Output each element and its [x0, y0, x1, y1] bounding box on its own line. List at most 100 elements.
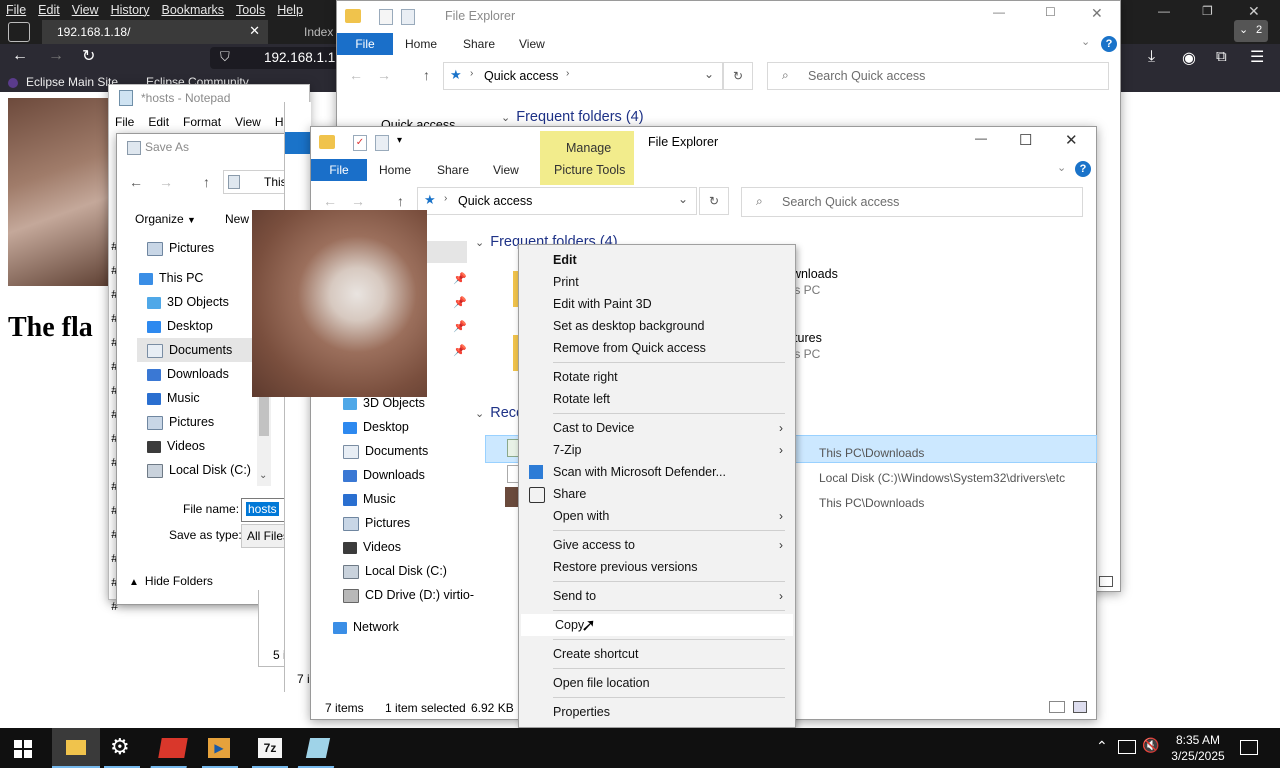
menu-item-set-as-desktop-background[interactable]: Set as desktop background [519, 315, 795, 337]
explorer-nav-item[interactable]: Desktop [343, 415, 409, 439]
file-explorer-icon[interactable] [52, 728, 100, 768]
browser-minimize-icon[interactable]: — [1158, 4, 1170, 18]
explorer-maximize-icon[interactable]: ☐ [1019, 131, 1032, 149]
explorer-back-newfolder-icon[interactable] [401, 9, 415, 25]
settings-icon[interactable]: ⚙ [104, 734, 140, 768]
hamburger-menu-icon[interactable]: ☰ [1250, 47, 1264, 67]
tab-active[interactable]: 192.168.1.18/ ✕ [42, 20, 268, 44]
explorer-nav-item[interactable]: Pictures [343, 511, 410, 535]
explorer-back-maximize-icon[interactable]: ☐ [1045, 5, 1056, 19]
notepad-menu-view[interactable]: View [235, 115, 261, 129]
explorer-back-back-icon[interactable]: ← [349, 67, 363, 83]
explorer-collapse-ribbon-icon[interactable]: ⌄ [1057, 161, 1066, 174]
browser-menu-help[interactable]: Help [277, 3, 303, 17]
menu-item-share[interactable]: Share [519, 483, 795, 505]
notepad-menu-format[interactable]: Format [183, 115, 221, 129]
media-player-icon[interactable]: ▶ [202, 738, 238, 768]
address-dropdown-icon[interactable]: ⌄ [704, 67, 714, 81]
explorer-back-icon[interactable]: ← [323, 193, 337, 209]
explorer-back-refresh-icon[interactable]: ↻ [723, 62, 753, 90]
save-as-nav-item[interactable]: Pictures [147, 236, 214, 260]
menu-item-7-zip[interactable]: 7-Zip › [519, 439, 795, 461]
explorer-forward-icon[interactable]: → [351, 193, 365, 209]
explorer-nav-item[interactable]: Music [343, 487, 396, 511]
menu-item-rotate-left[interactable]: Rotate left [519, 388, 795, 410]
clock[interactable]: 8:35 AM 3/25/2025 [1166, 732, 1230, 764]
save-as-nav-item[interactable]: Videos [147, 434, 205, 458]
explorer-nav-item[interactable]: Videos [343, 535, 401, 559]
notepad-menu-edit[interactable]: Edit [148, 115, 169, 129]
explorer-up-icon[interactable]: ↑ [397, 193, 404, 209]
start-icon[interactable] [14, 740, 32, 758]
browser-menu-edit[interactable]: Edit [38, 3, 60, 17]
explorer-back-collapse-icon[interactable]: ⌄ [1081, 35, 1090, 48]
browser-menu-file[interactable]: File [6, 3, 26, 17]
save-as-up-icon[interactable]: ↑ [203, 174, 210, 190]
explorer-help-icon[interactable]: ? [1075, 161, 1091, 177]
explorer-refresh-icon[interactable]: ↻ [699, 187, 729, 215]
menu-item-cast-to-device[interactable]: Cast to Device › [519, 417, 795, 439]
menu-item-print[interactable]: Print [519, 271, 795, 293]
menu-item-open-with[interactable]: Open with › [519, 505, 795, 527]
explorer-properties-icon[interactable]: ✓ [353, 135, 367, 151]
explorer-back-address[interactable]: ★ › Quick access › ⌄ [443, 62, 723, 90]
save-as-nav-item[interactable]: Music [147, 386, 200, 410]
menu-item-restore-previous-versions[interactable]: Restore previous versions [519, 556, 795, 578]
menu-item-create-shortcut[interactable]: Create shortcut [519, 643, 795, 665]
explorer-back-close-icon[interactable]: ✕ [1091, 5, 1103, 22]
explorer-nav-item[interactable]: Downloads [343, 463, 425, 487]
browser-menu-history[interactable]: History [111, 3, 150, 17]
menu-item-scan-with-microsoft-defender[interactable]: Scan with Microsoft Defender... [519, 461, 795, 483]
save-as-nav-item[interactable]: Pictures [147, 410, 214, 434]
browser-close-icon[interactable]: ✕ [1248, 3, 1260, 20]
explorer-qat-dropdown-icon[interactable]: ▾ [397, 135, 402, 146]
large-icons-view-icon[interactable] [1073, 701, 1087, 713]
7zip-icon[interactable]: 7z [252, 738, 288, 768]
show-hidden-icons-icon[interactable]: ⌃ [1096, 738, 1108, 755]
explorer-back-search[interactable]: ⌕ Search Quick access [767, 62, 1109, 90]
menu-item-copy[interactable]: Copy [521, 614, 793, 636]
explorer-minimize-icon[interactable]: — [975, 131, 987, 145]
address-dropdown-icon[interactable]: ⌄ [678, 192, 688, 206]
app-red-icon[interactable] [150, 738, 188, 768]
ribbon-tab-home[interactable]: Home [405, 33, 437, 55]
menu-item-give-access-to[interactable]: Give access to › [519, 534, 795, 556]
tab-list-button[interactable]: ⌄ 2 [1234, 20, 1268, 42]
organize-button[interactable]: Organize ▼ [135, 212, 196, 226]
explorer-back-up-icon[interactable]: ↑ [423, 67, 430, 83]
browser-menu-bookmarks[interactable]: Bookmarks [161, 3, 224, 17]
explorer-back-minimize-icon[interactable]: — [993, 5, 1005, 19]
menu-item-send-to[interactable]: Send to › [519, 585, 795, 607]
reload-icon[interactable]: ↻ [82, 46, 95, 66]
menu-item-rotate-right[interactable]: Rotate right [519, 366, 795, 388]
bookmark-eclipse-main[interactable]: Eclipse Main Site [8, 75, 118, 89]
menu-item-remove-from-quick-access[interactable]: Remove from Quick access [519, 337, 795, 359]
explorer-close-icon[interactable]: ✕ [1065, 131, 1078, 149]
tab-inactive[interactable]: Index [282, 20, 333, 44]
notepad-taskbar-icon[interactable] [297, 738, 335, 768]
explorer-back-view-icon[interactable] [1099, 576, 1113, 587]
ribbon-tab-file[interactable]: File [311, 159, 367, 181]
explorer-search[interactable]: ⌕ Search Quick access [741, 187, 1083, 217]
volume-muted-icon[interactable]: 🔇 [1142, 737, 1159, 754]
url-bar[interactable]: ⛉ 192.168.1.1 [210, 47, 340, 69]
ribbon-tab-home[interactable]: Home [379, 159, 411, 181]
details-view-icon[interactable] [1049, 701, 1065, 713]
save-as-nav-item[interactable]: This PC [139, 266, 203, 290]
browser-menu-view[interactable]: View [72, 3, 99, 17]
save-as-forward-icon[interactable]: → [159, 174, 173, 190]
save-as-nav-item[interactable]: Downloads [147, 362, 229, 386]
menu-item-edit[interactable]: Edit [519, 249, 795, 271]
explorer-nav-item[interactable]: Local Disk (C:) [343, 559, 447, 583]
save-as-nav-item[interactable]: Documents [137, 338, 271, 362]
save-as-nav-item[interactable]: 3D Objects [147, 290, 229, 314]
save-as-nav-item[interactable]: Local Disk (C:) [147, 458, 251, 482]
download-icon[interactable]: ⤓ [1148, 48, 1155, 66]
browser-menu-tools[interactable]: Tools [236, 3, 265, 17]
explorer-back-forward-icon[interactable]: → [377, 67, 391, 83]
network-icon[interactable] [1118, 740, 1136, 754]
tab-close-icon[interactable]: ✕ [249, 23, 260, 39]
save-as-back-icon[interactable]: ← [129, 174, 143, 190]
menu-item-edit-with-paint-3d[interactable]: Edit with Paint 3D [519, 293, 795, 315]
explorer-nav-item[interactable]: CD Drive (D:) virtio- [343, 583, 474, 607]
